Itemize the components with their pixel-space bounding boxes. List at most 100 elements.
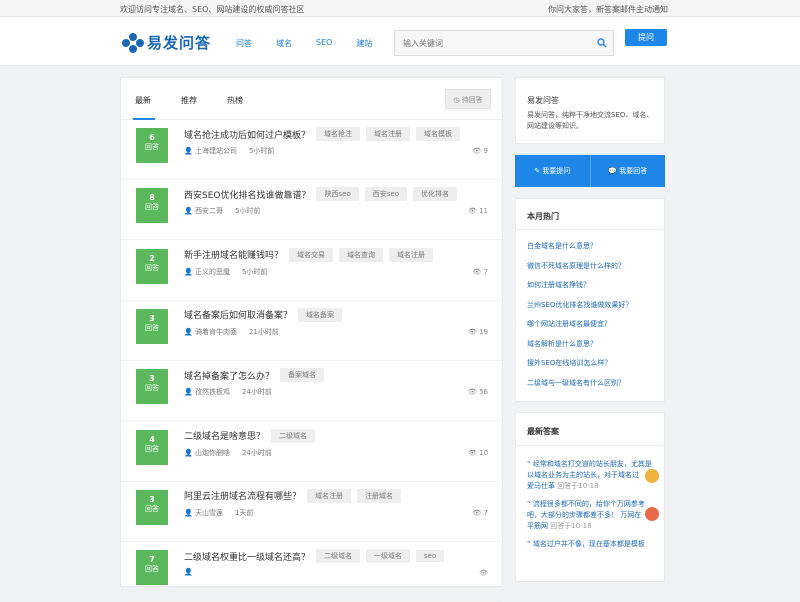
eye-icon: 👁 <box>479 569 488 578</box>
question-tag[interactable]: 注册域名 <box>357 488 402 503</box>
answer-count-badge: 4 回答 <box>136 429 168 465</box>
answer-user[interactable]: 平筋网 <box>527 522 548 530</box>
hot-item[interactable]: 搜外SEO在线培训怎么样？ <box>527 358 632 378</box>
question-tag[interactable]: 域名注册 <box>366 127 411 141</box>
question-row[interactable]: 2 回答 新手注册域名能赚钱吗？ 域名交易 域名查询 域名注册 👤 正义的恶魔 5小时前 … <box>121 241 502 301</box>
question-user[interactable]: 西安二哥 <box>195 207 223 215</box>
question-tag[interactable]: 域名备案 <box>298 307 343 322</box>
pending-button[interactable]: ◷ 待回答 <box>445 89 491 109</box>
view-count-value: 10 <box>479 448 488 457</box>
question-list-panel: 最新 推荐 热榜 ◷ 待回答 6 回答 域名抢注成功后如何过户模板？ 域名抢注 域名注… <box>120 77 503 602</box>
question-user[interactable]: 骑着肯牛肉面 <box>195 328 237 336</box>
question-tag[interactable]: 二级域名 <box>271 428 316 443</box>
question-title[interactable]: 二级域名权重比一级域名还高？ <box>184 550 310 563</box>
hot-item[interactable]: 白金域名是什么意思？ <box>527 241 632 261</box>
header: 易发问答 问答 域名 SEO 建站 提问 <box>0 17 800 66</box>
question-title[interactable]: 域名备案后如何取消备案？ <box>184 308 292 321</box>
answer-count: 8 <box>149 193 155 203</box>
question-tag[interactable]: 域名抢注 <box>316 127 361 141</box>
question-tag[interactable]: 一级域名 <box>366 549 411 564</box>
answer-count-label: 回答 <box>145 143 159 151</box>
nav-item-domain[interactable]: 域名 <box>276 38 292 49</box>
hot-item[interactable]: 域名解析是什么意思？ <box>527 339 632 359</box>
question-title-line: 域名掉备案了怎么办？ 备案域名 <box>184 368 325 383</box>
question-time: 5小时前 <box>234 207 261 216</box>
question-tag[interactable]: 域名查询 <box>339 247 384 262</box>
hot-item[interactable]: 二级域与一级域名有什么区别？ <box>527 378 632 398</box>
question-tag[interactable]: 域名注册 <box>307 488 352 503</box>
answer-text[interactable]: “ 流程很多都不同的，给你个万网参考吧，大部分的步骤都差不多！ 万网在 <box>527 499 657 521</box>
answer-time: 回答于10-18 <box>550 522 592 530</box>
question-user[interactable]: 上海建站公司 <box>195 147 237 155</box>
tab-latest[interactable]: 最新 <box>135 95 151 106</box>
answer-count: 7 <box>149 555 155 565</box>
answer-button[interactable]: 💬 我要回答 <box>590 155 665 187</box>
hot-item[interactable]: 哪个网站注册域名最便宜？ <box>527 319 632 339</box>
avatar[interactable] <box>645 469 659 483</box>
question-time: 24小时前 <box>241 388 272 397</box>
hot-item[interactable]: 如何注册域名挣钱？ <box>527 280 632 300</box>
search-icon[interactable] <box>597 38 607 48</box>
nav-item-build[interactable]: 建站 <box>356 38 372 49</box>
eye-icon: 👁 <box>467 327 477 336</box>
ask-button[interactable]: 提问 <box>625 29 667 46</box>
question-meta: 👤 骑着肯牛肉面 21小时前 <box>184 327 279 337</box>
notify-text: 你问大家答，新答案邮件主动通知 <box>548 5 668 14</box>
question-tag[interactable]: seo <box>416 550 445 563</box>
main-nav: 问答 域名 SEO 建站 <box>236 38 396 49</box>
search-input[interactable] <box>395 31 575 56</box>
question-user[interactable]: 山炮你删啥 <box>195 449 230 457</box>
question-title[interactable]: 二级域名是啥意思？ <box>184 429 265 442</box>
ask-question-label: 我要提问 <box>542 167 571 175</box>
question-row[interactable]: 3 回答 域名备案后如何取消备案？ 域名备案 👤 骑着肯牛肉面 21小时前 👁 19 <box>121 301 502 361</box>
question-row[interactable]: 4 回答 二级域名是啥意思？ 二级域名 👤 山炮你删啥 24小时前 👁 10 <box>121 422 502 482</box>
question-tag[interactable]: 备案域名 <box>280 368 325 383</box>
question-title[interactable]: 域名掉备案了怎么办？ <box>184 369 274 382</box>
tab-hot[interactable]: 热榜 <box>227 95 243 106</box>
question-tag[interactable]: 二级域名 <box>316 549 361 564</box>
latest-answers-card: 最新答案 “ 经常和域名打交道的站长朋友，尤其是以域名业务为主的站长，对于域名过… <box>515 412 665 582</box>
question-tag[interactable]: 域名交易 <box>289 247 334 262</box>
tab-recommend[interactable]: 推荐 <box>181 95 197 106</box>
question-title[interactable]: 新手注册域名能赚钱吗？ <box>184 248 283 261</box>
answer-item[interactable]: “ 经常和域名打交道的站长朋友，尤其是以域名业务为主的站长，对于域名过 爱马仕革… <box>527 459 659 492</box>
question-title[interactable]: 阿里云注册域名流程有哪些？ <box>184 489 301 502</box>
question-tag[interactable]: 域名模板 <box>416 127 461 141</box>
question-row[interactable]: 7 回答 二级域名权重比一级域名还高？ 二级域名 一级域名 seo 👤 👁 <box>121 542 502 602</box>
question-title-line: 新手注册域名能赚钱吗？ 域名交易 域名查询 域名注册 <box>184 247 434 262</box>
ask-question-button[interactable]: ✎ 我要提问 <box>515 155 591 187</box>
about-title: 易发问答 <box>527 96 559 105</box>
latest-answers-title: 最新答案 <box>527 427 559 436</box>
question-user[interactable]: 天山雪莲 <box>195 509 223 517</box>
answer-count: 4 <box>149 434 155 444</box>
nav-item-qa[interactable]: 问答 <box>236 38 252 49</box>
question-tag[interactable]: 西安seo <box>364 187 407 202</box>
answer-text[interactable]: “ 域名过户并不像，现在基本都是模板 <box>527 539 657 550</box>
avatar[interactable] <box>645 507 659 521</box>
site-logo[interactable]: 易发问答 <box>122 32 211 53</box>
hot-item[interactable]: 微信不死域名原理是什么样的？ <box>527 261 632 281</box>
question-tag[interactable]: 优化排名 <box>412 187 457 202</box>
question-user[interactable]: 孜然铁板鸡 <box>195 388 230 396</box>
answer-user[interactable]: 爱马仕革 <box>527 482 555 490</box>
question-tag[interactable]: 域名注册 <box>389 247 434 262</box>
question-row[interactable]: 3 回答 域名掉备案了怎么办？ 备案域名 👤 孜然铁板鸡 24小时前 👁 56 <box>121 361 502 422</box>
answer-item[interactable]: “ 域名过户并不像，现在基本都是模板 <box>527 539 657 550</box>
question-row[interactable]: 8 回答 西安SEO优化排名找谁做靠谱？ 陕西seo 西安seo 优化排名 👤 西安二哥… <box>121 180 502 241</box>
eye-icon: 👁 <box>467 388 477 397</box>
answer-item[interactable]: “ 流程很多都不同的，给你个万网参考吧，大部分的步骤都差不多！ 万网在 平筋网 … <box>527 499 659 532</box>
question-row[interactable]: 3 回答 阿里云注册域名流程有哪些？ 域名注册 注册域名 👤 天山雪莲 1天前 👁 7 <box>121 482 502 542</box>
question-title-line: 二级域名是啥意思？ 二级域名 <box>184 428 316 443</box>
question-title-line: 二级域名权重比一级域名还高？ 二级域名 一级域名 seo <box>184 549 445 564</box>
question-user[interactable]: 正义的恶魔 <box>195 268 230 276</box>
answer-text[interactable]: “ 经常和域名打交道的站长朋友，尤其是以域名业务为主的站长，对于域名过 <box>527 459 657 481</box>
answer-count-label: 回答 <box>145 444 159 453</box>
question-row[interactable]: 6 回答 域名抢注成功后如何过户模板？ 域名抢注 域名注册 域名模板 👤 上海建站公司 5… <box>121 120 502 180</box>
hot-item[interactable]: 兰州SEO优化排名找谁做效果好？ <box>527 300 632 320</box>
question-tag[interactable]: 陕西seo <box>316 187 359 202</box>
question-meta: 👤 孜然铁板鸡 24小时前 <box>184 387 272 397</box>
pending-label: 待回答 <box>461 96 483 104</box>
nav-item-seo[interactable]: SEO <box>316 38 332 49</box>
question-title[interactable]: 西安SEO优化排名找谁做靠谱？ <box>184 188 310 201</box>
question-title[interactable]: 域名抢注成功后如何过户模板？ <box>184 128 310 141</box>
